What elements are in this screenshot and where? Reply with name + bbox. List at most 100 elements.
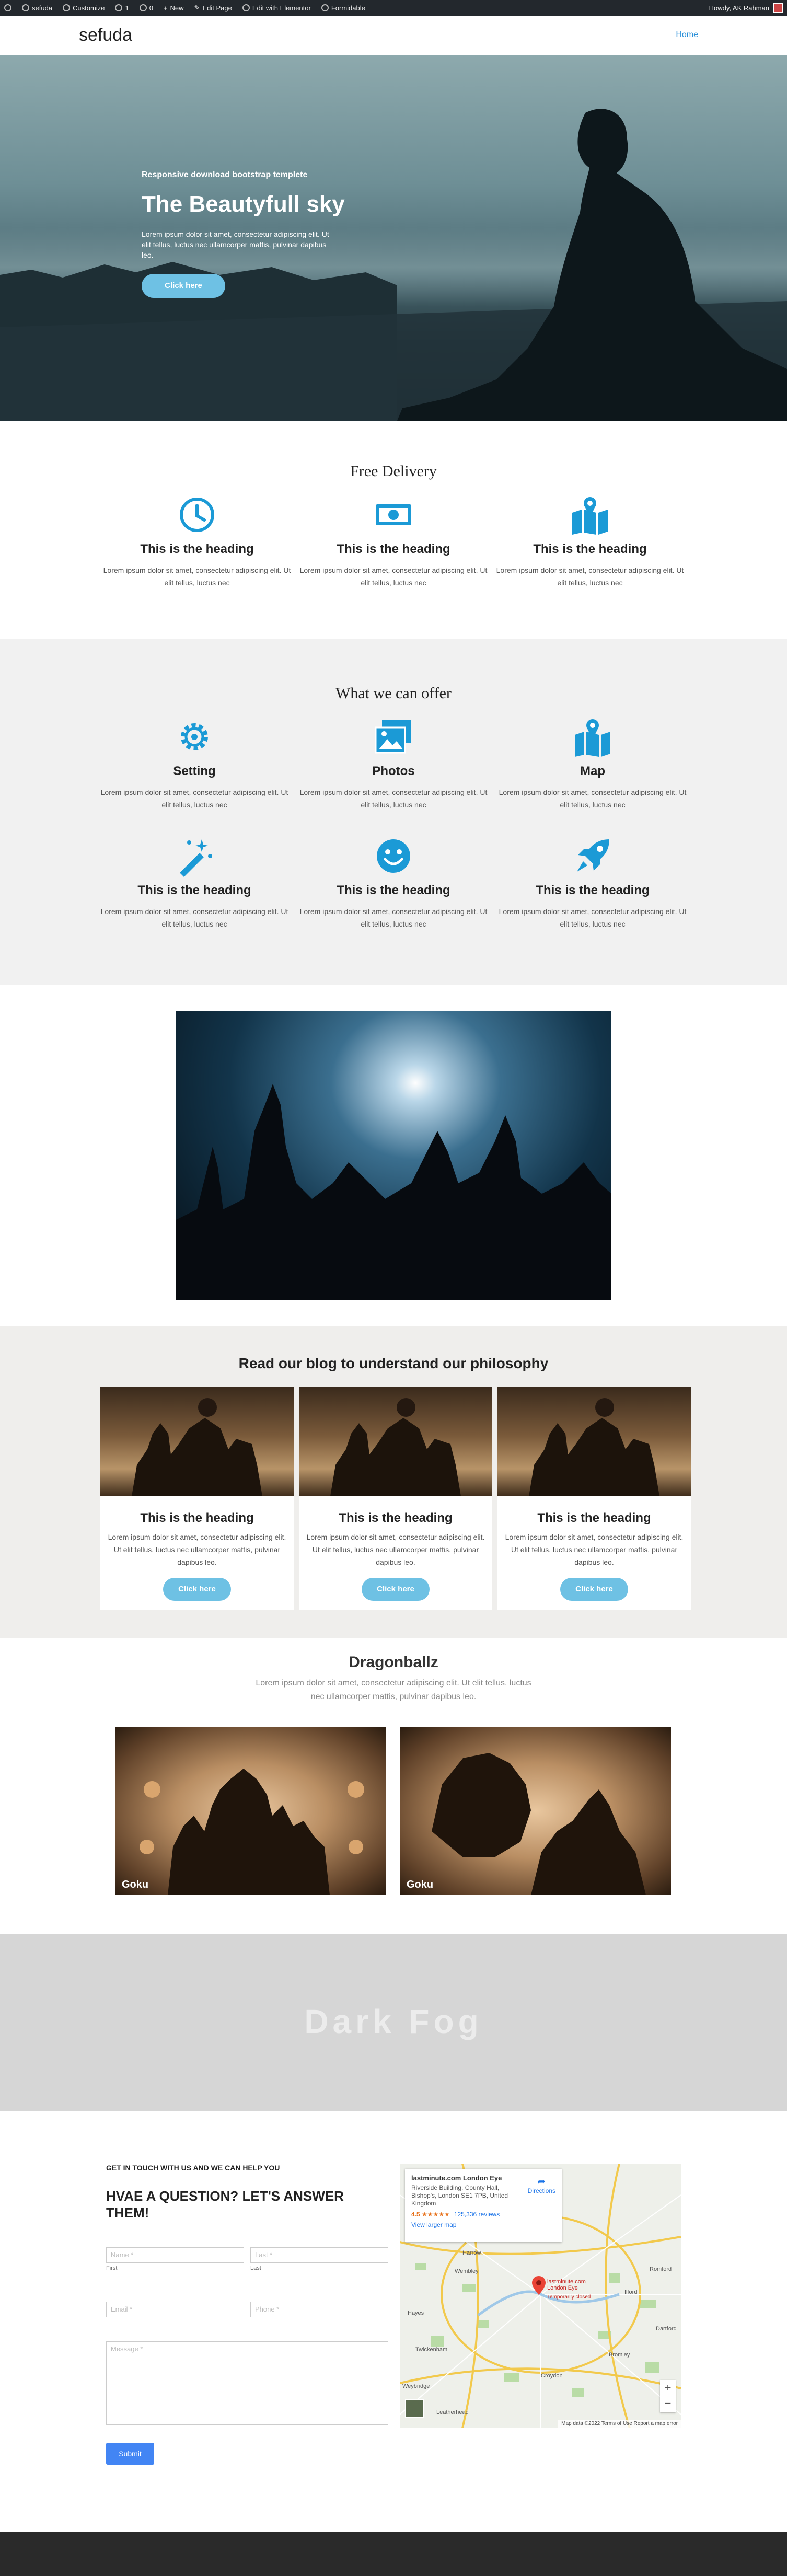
blog-card-text: Lorem ipsum dolor sit amet, consectetur … (306, 1533, 485, 1566)
view-larger-map-link[interactable]: View larger map (411, 2221, 555, 2228)
admin-greeting: Howdy, AK Rahman (709, 4, 769, 12)
feature-text: Lorem ipsum dolor sit amet, consectetur … (299, 566, 488, 587)
admin-item-updates[interactable]: 1 (115, 4, 129, 12)
admin-item-edit-page[interactable]: ✎ Edit Page (194, 4, 232, 12)
formidable-icon (321, 4, 329, 11)
feature-heading: This is the heading (337, 542, 450, 556)
offer-section: What we can offer Setting Lorem ipsum do… (0, 639, 787, 985)
blog-card: This is the heading Lorem ipsum dolor si… (100, 1387, 294, 1610)
admin-item-comments[interactable]: 0 (139, 4, 153, 12)
submit-button[interactable]: Submit (106, 2443, 154, 2465)
map-marked-icon (572, 497, 608, 535)
blog-card-heading: This is the heading (339, 1511, 453, 1525)
delivery-feature: This is the heading Lorem ipsum dolor si… (103, 494, 291, 589)
admin-item-formidable[interactable]: Formidable (321, 4, 365, 12)
feature-text: Lorem ipsum dolor sit amet, consectetur … (103, 566, 291, 587)
admin-item-customize[interactable]: Customize (63, 4, 105, 12)
dragon-description: Lorem ipsum dolor sit amet, consectetur … (256, 1679, 531, 1701)
map-place-label: Croydon (541, 2373, 563, 2379)
feature-text: Lorem ipsum dolor sit amet, consectetur … (499, 907, 687, 928)
blog-card-button[interactable]: Click here (163, 1578, 231, 1601)
first-name-sublabel: First (106, 2265, 118, 2271)
map-place-label: Dartford (656, 2326, 677, 2332)
admin-item-elementor[interactable]: Edit with Elementor (242, 4, 311, 12)
directions-icon: ➦ (537, 2176, 546, 2187)
blog-card: This is the heading Lorem ipsum dolor si… (299, 1387, 492, 1610)
zoom-out-button[interactable]: − (660, 2396, 676, 2411)
blog-card-button[interactable]: Click here (560, 1578, 628, 1601)
card-silhouette (132, 1398, 262, 1496)
email-field[interactable]: Email * (106, 2302, 244, 2317)
offer-feature: Setting Lorem ipsum dolor sit amet, cons… (100, 716, 288, 811)
gallery-item[interactable]: Goku (115, 1727, 386, 1895)
plus-icon: + (163, 4, 168, 12)
admin-account[interactable]: Howdy, AK Rahman (709, 3, 783, 13)
map-zoom-control: + − (660, 2380, 676, 2412)
feature-text: Lorem ipsum dolor sit amet, consectetur … (496, 566, 684, 587)
blog-title: Read our blog to understand our philosop… (238, 1355, 549, 1371)
card-silhouette (330, 1398, 461, 1496)
admin-bar: sefuda Customize 1 0 + New ✎ Edit Page Edi… (0, 0, 787, 16)
map-layer-toggle[interactable] (405, 2399, 424, 2418)
first-name-field[interactable]: Name * (106, 2247, 244, 2263)
fog-section: Dark Fog (0, 1934, 787, 2111)
map-pin-sublabel: Temporarily closed (547, 2294, 591, 2300)
map-place-label: Weybridge (402, 2383, 430, 2389)
map-address: Riverside Building, County Hall, Bishop'… (411, 2184, 508, 2207)
gallery-label: Goku (407, 1879, 434, 1890)
feature-text: Lorem ipsum dolor sit amet, consectetur … (100, 907, 288, 928)
map-pin-label: lastminute.com London Eye (547, 2279, 586, 2291)
card-silhouette (529, 1398, 659, 1496)
map-rating: 4.5 ★★★★★ 125,336 reviews (411, 2211, 500, 2218)
delivery-title: Free Delivery (350, 463, 437, 480)
hero-silhouette (0, 109, 787, 421)
feature-heading: This is the heading (137, 883, 251, 897)
concert-image (176, 1011, 611, 1300)
blog-card-image (299, 1387, 492, 1496)
offer-feature: Photos Lorem ipsum dolor sit amet, conse… (299, 716, 488, 811)
map-info-card: lastminute.com London Eye Riverside Buil… (405, 2169, 562, 2242)
feature-heading: This is the heading (140, 542, 254, 556)
offer-feature: This is the heading Lorem ipsum dolor si… (499, 835, 687, 930)
gallery-silhouette (140, 1769, 364, 1895)
message-field[interactable]: Message * (106, 2341, 388, 2425)
blog-card-image (100, 1387, 294, 1496)
phone-field[interactable]: Phone * (250, 2302, 388, 2317)
map-pin-icon[interactable] (532, 2276, 546, 2297)
feature-text: Lorem ipsum dolor sit amet, consectetur … (299, 907, 488, 928)
gear-icon (181, 723, 208, 750)
hero-title: The Beautyfull sky (142, 191, 345, 217)
offer-title: What we can offer (335, 685, 452, 702)
contact-title: HVAE A QUESTION? LET'S ANSWER THEM! (106, 2188, 344, 2221)
hero-section: Responsive download bootstrap templete T… (0, 55, 787, 421)
dragon-title: Dragonballz (349, 1654, 438, 1671)
map-footer: Map data ©2022 Terms of Use Report a map… (558, 2420, 681, 2428)
money-bill-icon (376, 504, 411, 525)
hero-click-button[interactable]: Click here (142, 274, 225, 298)
avatar (773, 3, 783, 13)
gallery-item[interactable]: Goku (400, 1727, 671, 1895)
wordpress-icon[interactable] (4, 4, 11, 11)
blog-card-heading: This is the heading (140, 1511, 254, 1525)
contact-kicker: GET IN TOUCH WITH US AND WE CAN HELP YOU (106, 2164, 280, 2172)
nav-item-home[interactable]: Home (676, 30, 698, 40)
photos-icon (375, 720, 411, 754)
rocket-icon (577, 839, 609, 872)
dragon-section: Dragonballz Lorem ipsum dolor sit amet, … (0, 1638, 787, 1934)
admin-item-new[interactable]: + New (164, 4, 184, 12)
directions-button[interactable]: ➦ Directions (528, 2176, 555, 2194)
admin-item-site[interactable]: sefuda (22, 4, 52, 12)
map-embed[interactable]: Harrow Wembley Romford Hayes Ilford Twic… (400, 2164, 681, 2428)
blog-card-text: Lorem ipsum dolor sit amet, consectetur … (108, 1533, 286, 1566)
gallery-label: Goku (122, 1879, 149, 1890)
last-name-field[interactable]: Last * (250, 2247, 388, 2263)
refresh-icon (115, 4, 123, 11)
site-title[interactable]: sefuda (79, 25, 132, 45)
blog-card-button[interactable]: Click here (362, 1578, 430, 1601)
map-reviews-link[interactable]: 125,336 reviews (454, 2211, 500, 2218)
feature-heading: This is the heading (533, 542, 647, 556)
zoom-in-button[interactable]: + (660, 2380, 676, 2396)
elementor-icon (242, 4, 250, 11)
home-icon (22, 4, 29, 11)
feature-heading: Setting (173, 764, 216, 778)
